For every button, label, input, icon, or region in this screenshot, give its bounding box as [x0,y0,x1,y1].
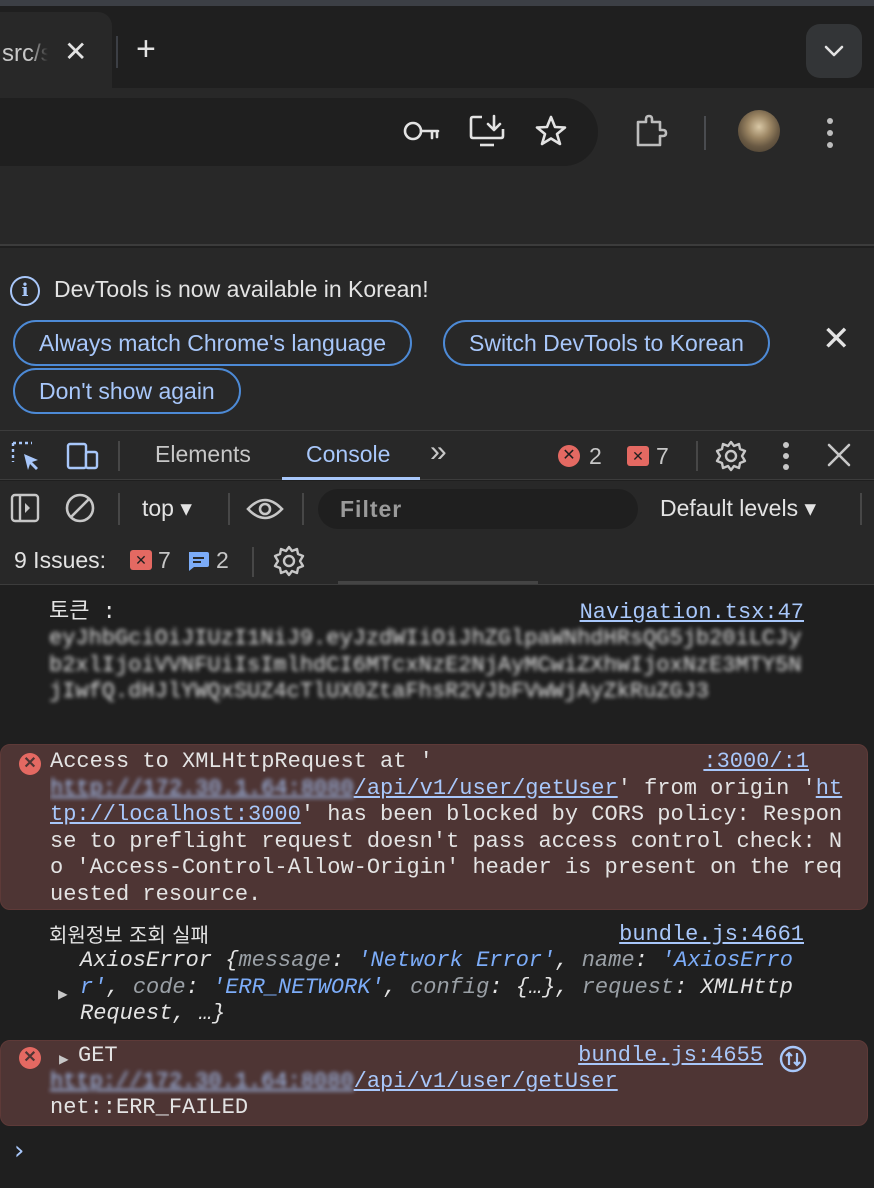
toolbar-separator [252,547,254,577]
profile-avatar[interactable] [738,110,780,152]
prop-value: 'Network Error' [357,948,556,973]
console-error-message: ✕ ▶ GET bundle.js:4655 http://172.30.1.6… [0,1040,868,1126]
token-value: eyJhbGciOiJIUzI1NiJ9.eyJzdWIiOiJhZGlpaWN… [49,626,802,704]
prop-key: code [132,974,186,1000]
issue-info-count[interactable]: 2 [216,547,229,574]
devtools-tab-bar: Elements Console » ✕ 2 ✕ 7 [0,430,874,480]
install-app-icon[interactable] [468,114,506,148]
prop-key: message [238,948,331,973]
error-icon: ✕ [19,1047,41,1069]
more-tabs-icon[interactable]: » [430,435,447,469]
issue-warning-icon[interactable]: ✕ [130,550,152,570]
url-path: /api/v1/user/getUser [353,1069,618,1094]
prop-key: request [581,974,675,1000]
toolbar-separator [302,493,304,525]
tab-elements[interactable]: Elements [155,441,251,468]
expand-triangle-icon[interactable]: ▶ [58,982,68,1009]
tab-title: src/s [2,40,48,67]
browser-tab[interactable]: src/s ✕ [0,12,112,94]
toolbar-separator [704,116,706,150]
console-prompt-icon[interactable]: › [14,1138,24,1165]
console-log-message: 토큰 : Navigation.tsx:47 eyJhbGciOiJIUzI1N… [0,600,868,730]
address-bar[interactable] [0,98,598,166]
axios-error-object[interactable]: AxiosError {message: 'Network Error', na… [80,948,804,1028]
console-error-message: ✕ :3000/:1 Access to XMLHttpRequest at '… [0,744,868,910]
prop-value: {…} [515,974,556,1000]
log-levels-dropdown[interactable]: Default levels ▾ [660,495,816,522]
info-icon: i [10,276,40,306]
error-text-part: Access to XMLHttpRequest at ' [50,749,433,774]
issue-warning-count[interactable]: 7 [158,547,171,574]
live-expression-eye-icon[interactable] [246,495,284,523]
url-path: /api/v1/user/getUser [353,775,618,801]
console-settings-gear-icon[interactable] [272,544,306,578]
request-url-link[interactable]: http://172.30.1.64:8080/api/v1/user/getU… [50,1069,809,1096]
devtools-language-infobar: i DevTools is now available in Korean! A… [0,248,874,430]
source-link[interactable]: bundle.js:4655 [578,1043,763,1070]
tab-strip: src/s ✕ + [0,0,874,94]
warning-count[interactable]: 7 [656,443,669,470]
network-error-text: net::ERR_FAILED [50,1095,249,1120]
browser-toolbar [0,88,874,174]
bookmark-star-icon[interactable] [534,114,568,148]
prop-key: name [581,948,635,973]
page-viewport [0,174,874,246]
tab-separator [116,36,118,68]
key-icon[interactable] [402,116,442,146]
tab-search-button[interactable] [806,24,862,78]
chevron-down-icon [824,45,844,57]
resize-handle[interactable] [338,581,538,584]
issue-info-icon[interactable] [186,550,210,572]
extensions-icon[interactable] [634,114,670,148]
source-link[interactable]: Navigation.tsx:47 [580,600,804,627]
infobar-close-icon[interactable]: ✕ [822,322,851,356]
new-tab-icon[interactable]: + [136,32,156,66]
tab-separator [118,441,120,471]
more-menu-icon[interactable] [820,116,840,150]
close-devtools-icon[interactable] [826,442,852,468]
warning-issue-icon[interactable]: ✕ [627,446,649,466]
issues-bar: 9 Issues: ✕ 7 2 [0,537,874,585]
object-name: AxiosError [80,948,226,973]
console-messages: 토큰 : Navigation.tsx:47 eyJhbGciOiJIUzI1N… [0,586,874,1188]
blurred-host: http://172.30.1.64:8080 [50,775,354,801]
error-count[interactable]: 2 [589,443,602,470]
context-select[interactable]: top ▾ [142,495,192,522]
always-match-language-button[interactable]: Always match Chrome's language [13,320,412,366]
inspect-element-icon[interactable] [10,440,42,472]
sidebar-toggle-icon[interactable] [10,493,40,523]
toolbar-separator [118,493,120,525]
tab-separator [696,441,698,471]
blurred-host: http://172.30.1.64:8080 [50,1069,354,1094]
error-icon[interactable]: ✕ [558,445,580,467]
device-toolbar-icon[interactable] [64,440,100,472]
error-text-part: ' from origin ' [617,775,816,801]
request-url-link[interactable]: http://172.30.1.64:8080/api/v1/user/getU… [50,776,618,801]
issues-label[interactable]: 9 Issues: [14,547,106,574]
switch-to-korean-button[interactable]: Switch DevTools to Korean [443,320,770,366]
active-tab-indicator [282,477,420,480]
prop-value: 'ERR_NETWORK' [212,974,384,1000]
tab-console[interactable]: Console [306,441,390,468]
console-toolbar: top ▾ Filter Default levels ▾ [0,481,874,537]
clear-console-icon[interactable] [64,492,96,524]
console-log-message: 회원정보 조회 실패 bundle.js:4661 ▶ AxiosError {… [0,922,868,1032]
toolbar-separator [860,493,862,525]
error-icon: ✕ [19,753,41,775]
dont-show-again-button[interactable]: Don't show again [13,368,241,414]
error-text: Access to XMLHttpRequest at ' http://172.… [50,749,853,903]
settings-gear-icon[interactable] [714,439,748,473]
filter-placeholder: Filter [340,496,403,522]
devtools-menu-icon[interactable] [776,440,796,472]
tab-close-icon[interactable]: ✕ [64,38,87,66]
source-link[interactable]: bundle.js:4661 [619,922,804,949]
prop-key: config [410,974,490,1000]
filter-input[interactable]: Filter [318,489,638,529]
infobar-message: DevTools is now available in Korean! [54,276,429,302]
toolbar-separator [228,493,230,525]
